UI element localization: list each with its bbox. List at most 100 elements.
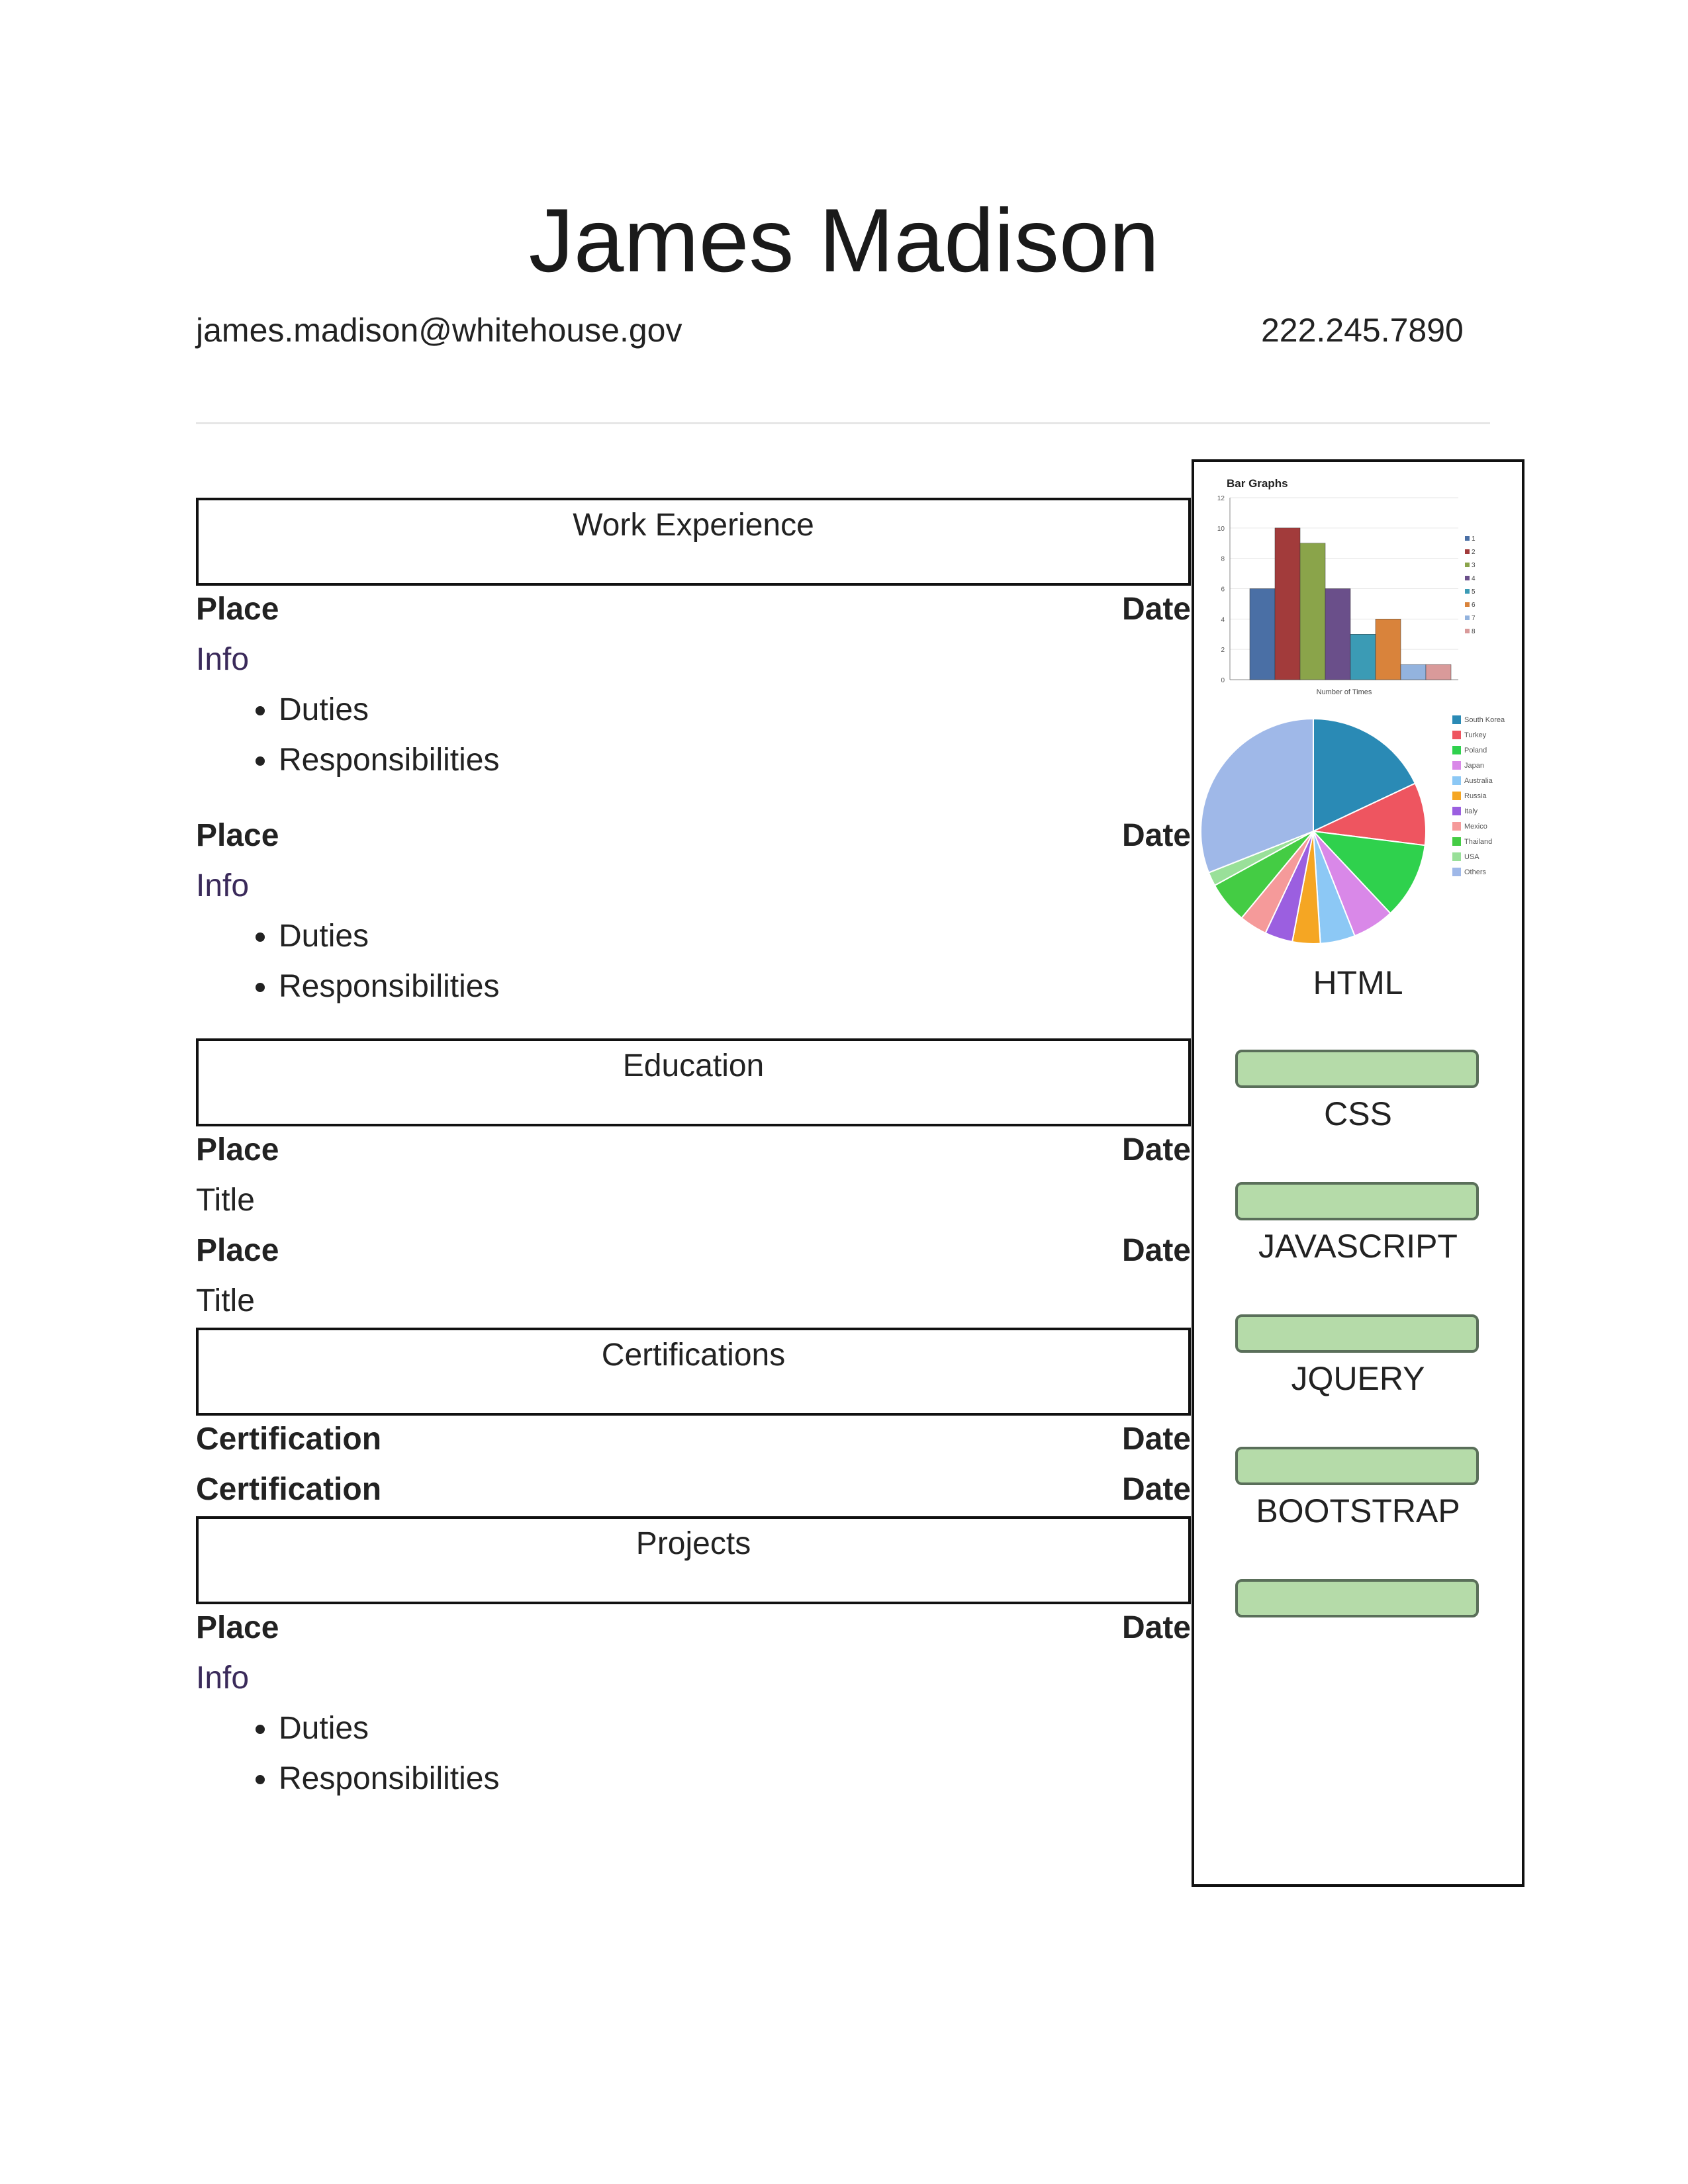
legend-swatch [1452, 852, 1461, 861]
legend-swatch [1452, 792, 1461, 800]
y-tick-label: 2 [1221, 647, 1225, 654]
legend-swatch [1465, 536, 1470, 541]
skill-bar [1235, 1182, 1479, 1220]
work-entry: Place Date Info Duties Responsibilities [196, 586, 1191, 787]
phone-text: 222.245.7890 [1261, 312, 1464, 349]
legend-swatch [1465, 602, 1470, 607]
bar-mark [1249, 588, 1276, 680]
section-title: Education [622, 1048, 765, 1083]
legend-label: 5 [1472, 588, 1476, 596]
legend-swatch [1452, 837, 1461, 846]
email-text: james.madison@whitehouse.gov [196, 312, 682, 349]
legend-label: USA [1464, 853, 1479, 861]
legend-label: Mexico [1464, 823, 1487, 831]
legend-label: 2 [1472, 549, 1476, 556]
project-entry: Place Date Info Duties Responsibilities [196, 1604, 1191, 1805]
list-item: Duties [279, 1705, 1191, 1755]
section-title: Projects [635, 1526, 751, 1561]
skill-label: JQUERY [1291, 1360, 1425, 1397]
entry-header-row: Place Date [196, 812, 1191, 862]
legend-label: 3 [1472, 562, 1476, 569]
legend-swatch [1465, 563, 1470, 567]
section-title: Work Experience [573, 508, 814, 543]
skill-label: HTML [1313, 964, 1403, 1001]
legend-swatch [1452, 761, 1461, 770]
y-tick-label: 0 [1221, 677, 1225, 684]
y-tick-label: 4 [1221, 616, 1225, 623]
legend-swatch [1465, 589, 1470, 594]
entry-header-row: Place Date [196, 1126, 1191, 1177]
list-item: Responsibilities [279, 1755, 1191, 1805]
header-divider [196, 422, 1490, 424]
skill-bar [1235, 1579, 1479, 1617]
legend-label: 6 [1472, 602, 1476, 609]
entry-date: Date [1121, 1610, 1191, 1645]
skill-label: CSS [1324, 1095, 1392, 1132]
entry-title: Title [196, 1283, 255, 1318]
entry-info: Info [196, 642, 250, 677]
entry-date: Date [1121, 1472, 1191, 1507]
legend-label: 8 [1472, 628, 1476, 635]
legend-label: South Korea [1464, 716, 1505, 724]
section-header-work: Work Experience [196, 498, 1191, 586]
legend-swatch [1452, 715, 1461, 724]
legend-label: Others [1464, 868, 1487, 876]
entry-date: Date [1121, 592, 1191, 627]
bar-mark [1274, 527, 1301, 680]
duties-list: Duties Responsibilities [196, 686, 1191, 787]
entry-date: Date [1121, 1422, 1191, 1457]
chart-title: Bar Graphs [1227, 477, 1288, 490]
legend-label: Australia [1464, 777, 1493, 785]
entry-info: Info [196, 1661, 250, 1696]
entry-place: Place [196, 592, 279, 627]
duties-list: Duties Responsibilities [196, 1705, 1191, 1805]
entry-header-row: Place Date [196, 586, 1191, 636]
bar-mark [1350, 634, 1376, 680]
section-header-education: Education [196, 1038, 1191, 1126]
main-column: Work Experience Place Date Info Duties R… [196, 498, 1191, 1805]
skill-label: JAVASCRIPT [1258, 1228, 1458, 1265]
work-entry: Place Date Info Duties Responsibilities [196, 812, 1191, 1013]
legend-swatch [1452, 868, 1461, 876]
entry-title: Title [196, 1183, 255, 1218]
legend-label: Turkey [1464, 731, 1487, 739]
legend-label: Japan [1464, 762, 1484, 770]
bar-mark [1375, 619, 1401, 680]
entry-place: Place [196, 818, 279, 853]
section-title: Certifications [601, 1338, 786, 1373]
y-tick-label: 10 [1217, 525, 1225, 533]
certification-row: Certification Date [196, 1416, 1191, 1466]
y-tick-label: 12 [1217, 495, 1225, 502]
section-header-certifications: Certifications [196, 1328, 1191, 1416]
certification-name: Certification [196, 1472, 382, 1507]
list-item: Duties [279, 913, 1191, 963]
x-axis-label: Number of Times [1317, 688, 1372, 696]
legend-swatch [1465, 549, 1470, 554]
list-item: Duties [279, 686, 1191, 737]
legend-label: Poland [1464, 747, 1487, 754]
y-tick-label: 8 [1221, 556, 1225, 563]
legend-swatch [1452, 807, 1461, 815]
entry-info: Info [196, 868, 250, 903]
y-tick-label: 6 [1221, 586, 1225, 594]
resume-name: James Madison [528, 190, 1160, 291]
legend-label: Thailand [1464, 838, 1492, 846]
legend-swatch [1465, 576, 1470, 580]
legend-swatch [1452, 822, 1461, 831]
entry-place: Place [196, 1132, 279, 1167]
entry-date: Date [1121, 818, 1191, 853]
skill-bar [1235, 1050, 1479, 1088]
legend-label: Russia [1464, 792, 1487, 800]
skill-label: BOOTSTRAP [1256, 1492, 1460, 1529]
certification-row: Certification Date [196, 1466, 1191, 1516]
bar-mark [1299, 543, 1326, 680]
list-item: Responsibilities [279, 963, 1191, 1013]
legend-swatch [1452, 731, 1461, 739]
section-header-projects: Projects [196, 1516, 1191, 1604]
skills-sidebar: Bar Graphs 0 2 4 6 8 10 12 Number of Times 1 2 3 4 5 6… [1192, 459, 1524, 1887]
bar-chart: Bar Graphs024681012Number of Times123456… [1217, 477, 1476, 696]
entry-header-row: Place Date [196, 1227, 1191, 1277]
entry-date: Date [1121, 1233, 1191, 1268]
legend-swatch [1452, 776, 1461, 785]
legend-swatch [1452, 746, 1461, 754]
